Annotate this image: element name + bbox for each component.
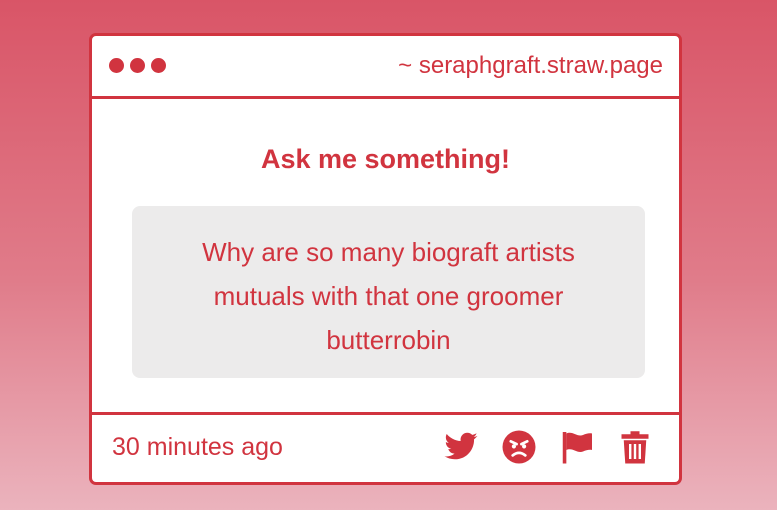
question-content: Ask me something! Why are so many biogra… <box>92 99 679 418</box>
page-title: Ask me something! <box>260 144 511 174</box>
window-controls <box>109 58 166 73</box>
action-icons <box>443 429 653 465</box>
card-footer: 30 minutes ago <box>92 412 679 482</box>
window-dot-icon <box>109 58 124 73</box>
twitter-icon[interactable] <box>443 429 479 465</box>
timestamp: 30 minutes ago <box>112 433 283 461</box>
angry-face-icon[interactable] <box>501 429 537 465</box>
window-titlebar: ~ seraphgraft.straw.page <box>92 36 679 99</box>
window-dot-icon <box>130 58 145 73</box>
trash-icon[interactable] <box>617 429 653 465</box>
flag-icon[interactable] <box>559 429 595 465</box>
question-box: Why are so many biograft artists mutuals… <box>132 206 645 378</box>
question-text: Why are so many biograft artists mutuals… <box>202 237 575 355</box>
ask-card: ~ seraphgraft.straw.page Ask me somethin… <box>89 33 682 485</box>
window-dot-icon <box>151 58 166 73</box>
page-url: ~ seraphgraft.straw.page <box>398 52 663 79</box>
